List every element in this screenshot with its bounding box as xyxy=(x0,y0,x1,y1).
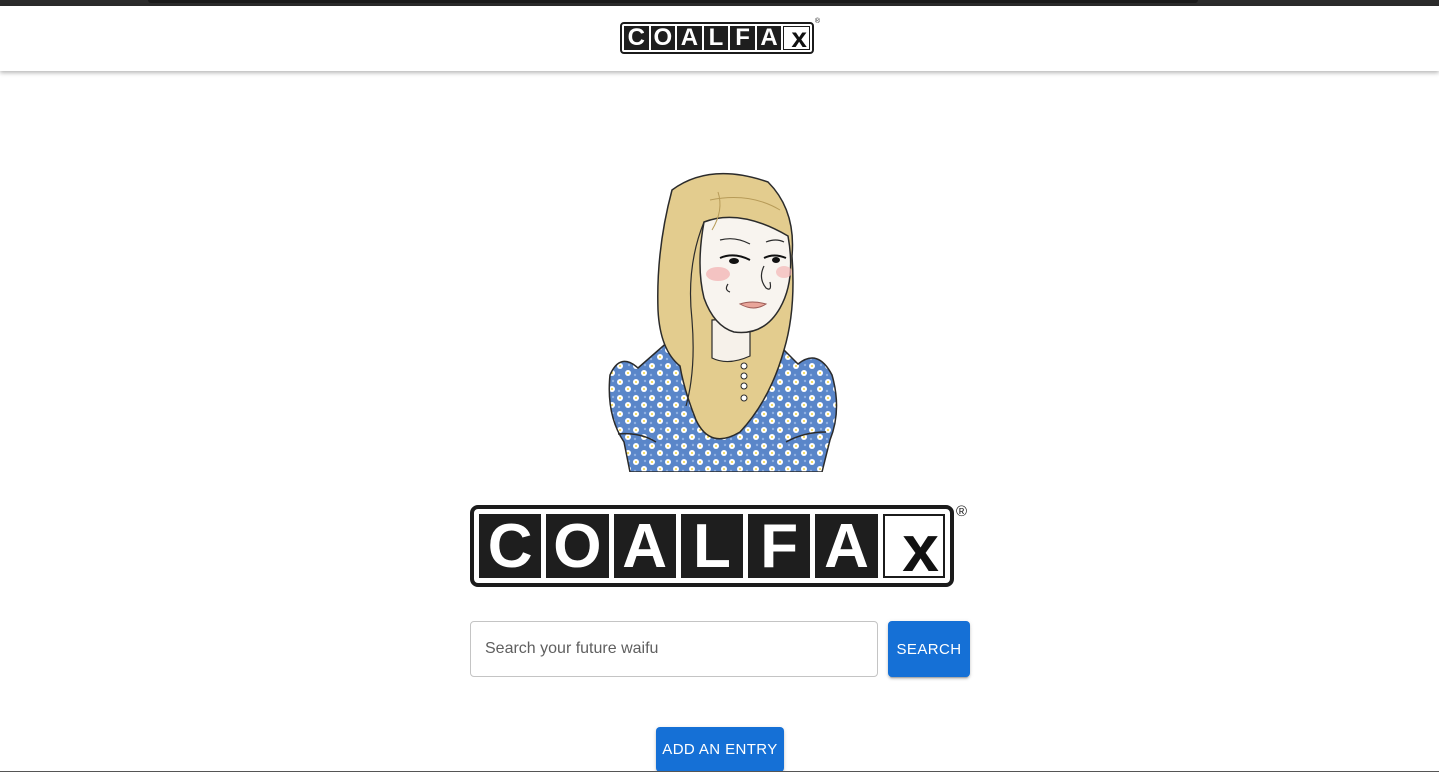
logo-letter: A xyxy=(613,512,676,581)
registered-mark: ® xyxy=(814,18,820,25)
cartoon-girl-illustration xyxy=(608,172,838,472)
logo-letter: L xyxy=(703,24,729,51)
logo-letter: A xyxy=(815,512,878,581)
header-logo[interactable]: C O A L F A x ® xyxy=(620,18,820,54)
logo-letter: A xyxy=(756,24,782,51)
search-button[interactable]: SEARCH xyxy=(888,621,970,677)
logo-letter-x: x xyxy=(783,24,810,52)
add-entry-button[interactable]: ADD AN ENTRY xyxy=(656,727,784,772)
hero-logo: C O A L F A x ® xyxy=(470,503,967,587)
browser-top-strip-inner xyxy=(148,0,1198,3)
logo-letter: O xyxy=(546,512,609,581)
logo-letter: A xyxy=(677,24,702,51)
search-input[interactable] xyxy=(471,622,877,676)
registered-mark: ® xyxy=(955,503,967,520)
logo-letter: C xyxy=(479,512,542,581)
logo-letter: F xyxy=(730,24,755,51)
logo-letter: C xyxy=(624,24,649,51)
logo-letter-x: x xyxy=(882,514,945,581)
search-field xyxy=(470,621,878,677)
logo-letter: L xyxy=(680,512,744,581)
logo-letter: F xyxy=(748,512,811,581)
logo-letter: O xyxy=(650,24,676,51)
